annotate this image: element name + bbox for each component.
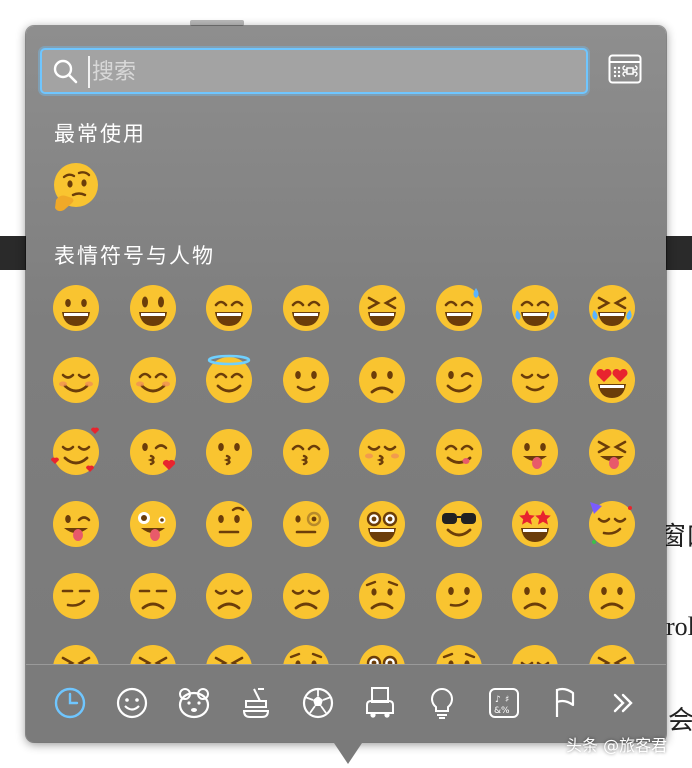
nerd-face-emoji[interactable] [356, 498, 408, 550]
clock-icon[interactable] [52, 685, 88, 721]
tired-face-emoji[interactable] [203, 642, 255, 664]
grinning-smiling-eyes-emoji[interactable] [203, 282, 255, 334]
more-icon[interactable] [604, 685, 640, 721]
confounded-face-emoji[interactable] [127, 642, 179, 664]
lightbulb-icon[interactable] [424, 685, 460, 721]
pensive-face-emoji[interactable] [280, 570, 332, 622]
raised-eyebrow-emoji[interactable] [203, 498, 255, 550]
food-icon[interactable] [238, 685, 274, 721]
svg-text:♯: ♯ [505, 695, 509, 705]
pleading-face-emoji[interactable] [356, 642, 408, 664]
tears-of-joy-emoji[interactable] [509, 282, 561, 334]
unamused-face-emoji[interactable] [127, 570, 179, 622]
heart-eyes-emoji[interactable] [586, 354, 638, 406]
smiley-icon[interactable] [114, 685, 150, 721]
squinting-tongue-emoji[interactable] [586, 426, 638, 478]
emoji-picker-popover: 最常使用 表情符号与人物 ♪ ♯&% [26, 26, 666, 742]
kissing-face-emoji[interactable] [203, 426, 255, 478]
search-box[interactable] [40, 48, 588, 94]
beaming-face-emoji[interactable] [280, 282, 332, 334]
search-icon [53, 59, 78, 84]
rolling-laughing-emoji[interactable] [586, 282, 638, 334]
thinking-face-emoji[interactable] [50, 160, 102, 212]
category-bar: ♪ ♯ &% [26, 664, 666, 742]
confused-face-emoji[interactable] [433, 570, 485, 622]
relieved-face-emoji[interactable] [509, 354, 561, 406]
grinning-face-emoji[interactable] [50, 282, 102, 334]
kissing-smiling-eyes-emoji[interactable] [280, 426, 332, 478]
steam-nose-emoji[interactable] [586, 642, 638, 664]
svg-text:♪: ♪ [495, 695, 501, 705]
upside-down-face-emoji[interactable] [356, 354, 408, 406]
flag-icon[interactable] [548, 685, 584, 721]
persevering-face-emoji[interactable] [50, 642, 102, 664]
halo-face-emoji[interactable] [203, 354, 255, 406]
soccer-ball-icon[interactable] [300, 685, 336, 721]
winking-tongue-emoji[interactable] [50, 498, 102, 550]
monocle-face-emoji[interactable] [280, 498, 332, 550]
watermark: 头条 @旅客君 [566, 736, 668, 755]
worried-face-emoji[interactable] [356, 570, 408, 622]
smiling-face-emoji[interactable] [50, 354, 102, 406]
savoring-food-emoji[interactable] [433, 426, 485, 478]
winking-face-emoji[interactable] [433, 354, 485, 406]
section-label-frequently-used: 最常使用 [54, 122, 146, 146]
disappointed-face-emoji[interactable] [203, 570, 255, 622]
background-text-2: rol [666, 612, 692, 641]
travel-icon[interactable] [362, 685, 398, 721]
zany-face-emoji[interactable] [127, 498, 179, 550]
symbols-icon[interactable]: ♪ ♯&% [486, 685, 522, 721]
svg-text:&%: &% [494, 706, 510, 716]
search-input[interactable] [88, 56, 574, 88]
crying-face-emoji[interactable] [433, 642, 485, 664]
slightly-frowning-emoji[interactable] [509, 570, 561, 622]
background-text-3: 会 [668, 706, 692, 735]
squinting-laughing-emoji[interactable] [356, 282, 408, 334]
frowning-face-emoji[interactable] [586, 570, 638, 622]
emoji-grid [26, 276, 666, 664]
kissing-closed-eyes-emoji[interactable] [356, 426, 408, 478]
partying-face-emoji[interactable] [586, 498, 638, 550]
smirking-face-emoji[interactable] [50, 570, 102, 622]
character-viewer-icon[interactable] [608, 54, 642, 84]
smiling-blushing-emoji[interactable] [127, 354, 179, 406]
animal-icon[interactable] [176, 685, 212, 721]
slightly-smiling-emoji[interactable] [280, 354, 332, 406]
popover-caret [332, 740, 364, 764]
loudly-crying-emoji[interactable] [509, 642, 561, 664]
sunglasses-face-emoji[interactable] [433, 498, 485, 550]
smiling-hearts-emoji[interactable] [50, 426, 102, 478]
weary-face-emoji[interactable] [280, 642, 332, 664]
star-struck-emoji[interactable] [509, 498, 561, 550]
section-label-smileys-people: 表情符号与人物 [54, 244, 215, 268]
tongue-face-emoji[interactable] [509, 426, 561, 478]
grinning-sweat-emoji[interactable] [433, 282, 485, 334]
kissing-heart-emoji[interactable] [127, 426, 179, 478]
grinning-face-big-eyes-emoji[interactable] [127, 282, 179, 334]
